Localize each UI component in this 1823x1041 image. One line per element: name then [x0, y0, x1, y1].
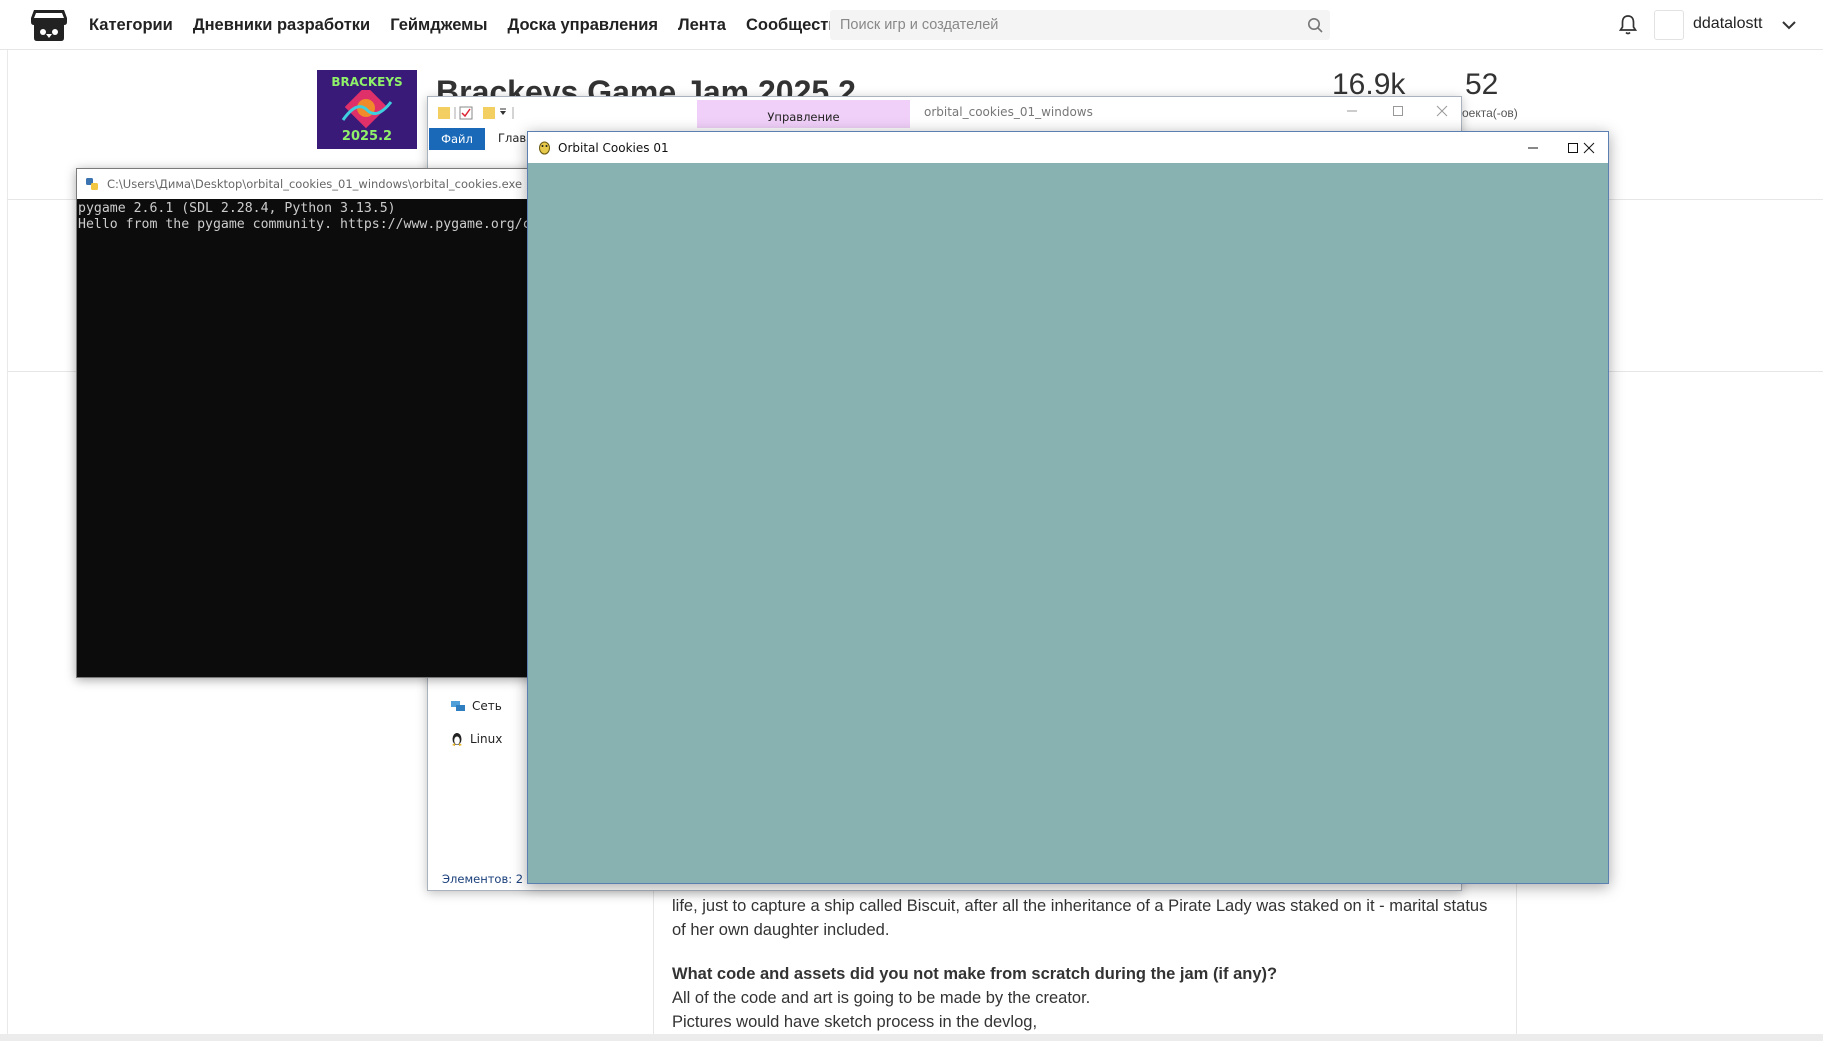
sidebar-item-label: Linux	[470, 731, 503, 746]
page-border	[7, 50, 8, 1035]
stat-projects-count: 52	[1465, 68, 1499, 101]
python-icon	[86, 178, 98, 190]
quick-access-toolbar[interactable]	[438, 105, 538, 121]
sidebar-item-label: Сеть	[472, 699, 502, 713]
page-footer-strip	[0, 1034, 1823, 1041]
nav-gamejams[interactable]: Геймджемы	[390, 16, 487, 35]
pygame-window[interactable]: Orbital Cookies 01	[527, 131, 1609, 884]
answer-line: Pictures would have sketch process in th…	[672, 1013, 1038, 1031]
answer-line: All of the code and art is going to be m…	[672, 989, 1091, 1007]
console-output[interactable]: pygame 2.6.1 (SDL 2.28.4, Python 3.13.5)…	[78, 201, 531, 233]
nav-dashboard[interactable]: Доска управления	[507, 16, 658, 35]
jam-thumb-year: 2025.2	[341, 129, 393, 144]
status-bar-count: Элементов: 2	[442, 872, 524, 886]
window-title: orbital_cookies_01_windows	[924, 105, 1093, 119]
search-icon[interactable]	[1300, 10, 1330, 40]
close-icon[interactable]	[1574, 137, 1604, 159]
avatar[interactable]	[1654, 10, 1684, 40]
console-window[interactable]: C:\Users\Дима\Desktop\orbital_cookies_01…	[76, 168, 536, 678]
pygame-titlebar[interactable]: Orbital Cookies 01	[528, 132, 1608, 163]
nav-feed[interactable]: Лента	[678, 16, 726, 35]
main-nav: Категории Дневники разработки Геймджемы …	[89, 0, 868, 50]
search-box	[830, 10, 1330, 40]
site-header: Категории Дневники разработки Геймджемы …	[0, 0, 1823, 50]
itchio-logo[interactable]	[30, 8, 68, 42]
jam-thumb-title: BRACKEYS	[331, 75, 403, 89]
pygame-snake-icon	[539, 141, 550, 155]
chevron-down-icon[interactable]	[1780, 16, 1798, 34]
minimize-icon[interactable]	[1342, 101, 1362, 121]
network-icon	[451, 701, 465, 711]
username[interactable]: ddatalostt	[1693, 15, 1762, 33]
jam-title: Brackeys Game Jam 2025.2	[436, 74, 856, 98]
console-titlebar[interactable]: C:\Users\Дима\Desktop\orbital_cookies_01…	[77, 169, 535, 199]
console-line: Hello from the pygame community. https:/…	[78, 217, 531, 232]
sidebar-item-network[interactable]: Сеть	[450, 699, 502, 713]
stat-projects-label: оекта(-ов)	[1462, 106, 1518, 120]
search-input[interactable]	[830, 10, 1300, 40]
console-title: C:\Users\Дима\Desktop\orbital_cookies_01…	[107, 177, 523, 191]
question-heading: What code and assets did you not make fr…	[672, 962, 1492, 986]
bell-icon[interactable]	[1616, 13, 1640, 37]
question-text: What code and assets did you not make fr…	[672, 965, 1278, 983]
maximize-icon[interactable]	[1388, 101, 1408, 121]
minimize-icon[interactable]	[1518, 137, 1548, 159]
linux-icon	[452, 733, 462, 746]
console-line: pygame 2.6.1 (SDL 2.28.4, Python 3.13.5)	[78, 201, 396, 216]
jam-thumbnail[interactable]: BRACKEYS 2025.2	[317, 70, 417, 149]
sidebar-item-linux[interactable]: Linux	[450, 731, 502, 746]
close-icon[interactable]	[1432, 101, 1452, 121]
nav-categories[interactable]: Категории	[89, 16, 173, 35]
pygame-window-title: Orbital Cookies 01	[558, 141, 669, 155]
ribbon-context-tab[interactable]: Управление	[697, 100, 910, 128]
paragraph-story: life, just to capture a ship called Bisc…	[672, 897, 1488, 939]
jam-art-icon	[341, 90, 393, 129]
nav-devlogs[interactable]: Дневники разработки	[193, 16, 370, 35]
ribbon-file-tab[interactable]: Файл	[429, 128, 485, 150]
pygame-game-canvas[interactable]	[528, 163, 1608, 883]
